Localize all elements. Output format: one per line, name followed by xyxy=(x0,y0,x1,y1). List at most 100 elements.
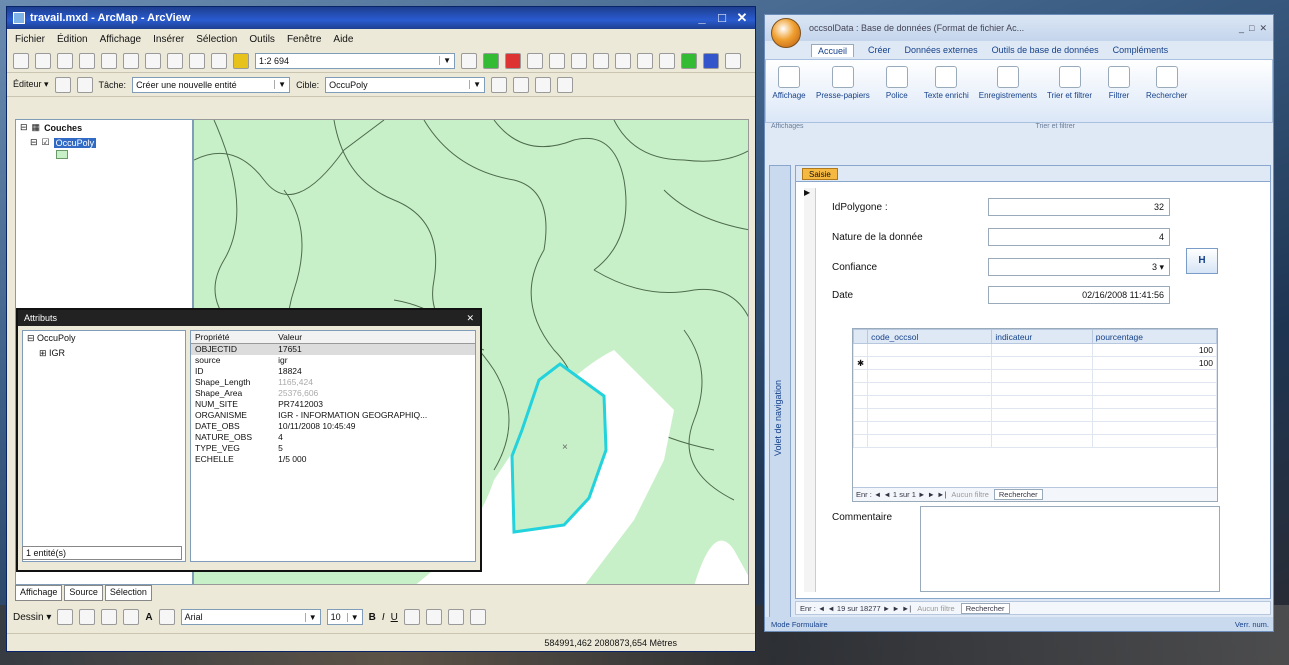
menu-edition[interactable]: Édition xyxy=(57,34,88,45)
new-icon[interactable] xyxy=(13,52,29,69)
table-row[interactable]: source igr xyxy=(191,355,475,366)
save-icon[interactable] xyxy=(57,52,73,69)
tab-selection[interactable]: Sélection xyxy=(104,585,152,601)
minimize-button[interactable]: _ xyxy=(1239,23,1249,33)
toc-layer[interactable]: ⊟ ☑ OccuPoly xyxy=(16,135,192,150)
value-cell[interactable]: 17651 xyxy=(274,343,475,355)
line-color-icon[interactable] xyxy=(447,609,464,625)
table-row[interactable]: OBJECTID 17651 xyxy=(191,343,475,355)
target-combo[interactable]: OccuPoly ▼ xyxy=(325,76,486,93)
value-cell[interactable]: 18824 xyxy=(274,366,475,377)
value-cell[interactable]: 5 xyxy=(274,443,475,454)
ribbon-texte-enrichi[interactable]: Texte enrichi xyxy=(924,66,969,100)
back-extent-icon[interactable] xyxy=(703,52,719,69)
rectangle-icon[interactable] xyxy=(123,609,140,625)
access-titlebar[interactable]: occsolData : Base de données (Format de … xyxy=(765,15,1273,48)
menu-fenetre[interactable]: Fenêtre xyxy=(287,34,321,45)
copy-icon[interactable] xyxy=(123,52,139,69)
forward-extent-icon[interactable] xyxy=(725,52,741,69)
menu-aide[interactable]: Aide xyxy=(333,34,353,45)
sketch-properties-icon[interactable] xyxy=(557,76,574,93)
ribbon-police[interactable]: Police xyxy=(880,66,914,100)
tab-accueil[interactable]: Accueil xyxy=(811,43,855,57)
row-selector[interactable] xyxy=(852,343,869,357)
record-selector[interactable]: ▶ xyxy=(804,188,816,592)
subform-select-all[interactable] xyxy=(852,329,869,344)
tab-source[interactable]: Source xyxy=(64,585,103,601)
select-elements-icon[interactable] xyxy=(57,609,74,625)
ribbon-enregistrements[interactable]: Enregistrements xyxy=(979,66,1037,100)
toc-root[interactable]: ⊟ ▦ Couches xyxy=(16,120,192,135)
rotate-tool-icon[interactable] xyxy=(513,76,530,93)
form-tab-saisie[interactable]: Saisie xyxy=(802,167,838,180)
attributes-titlebar[interactable]: Attributs ✕ xyxy=(18,310,480,326)
header-indicateur[interactable]: indicateur xyxy=(991,329,1093,344)
new-row-selector[interactable]: ✱ xyxy=(852,356,869,370)
add-data-icon[interactable] xyxy=(233,52,249,69)
menu-fichier[interactable]: Fichier xyxy=(15,34,45,45)
code-cell[interactable] xyxy=(867,356,993,370)
fill-color-icon[interactable] xyxy=(425,609,442,625)
value-cell[interactable]: 1/5 000 xyxy=(274,454,475,465)
ribbon-affichage[interactable]: Affichage xyxy=(772,66,806,100)
cut-icon[interactable] xyxy=(101,52,117,69)
ribbon-presse-papiers[interactable]: Presse-papiers xyxy=(816,66,870,100)
tab-affichage[interactable]: Affichage xyxy=(15,585,63,601)
table-row[interactable]: DATE_OBS 10/11/2008 10:45:49 xyxy=(191,421,475,432)
full-extent-icon[interactable] xyxy=(681,52,697,69)
checkbox-icon[interactable]: ☑ xyxy=(42,137,50,148)
table-row[interactable]: ORGANISME IGR - INFORMATION GEOGRAPHIQ... xyxy=(191,410,475,421)
fixed-zoom-out-icon[interactable] xyxy=(637,52,653,69)
editor-toolbar-icon[interactable] xyxy=(461,52,477,69)
table-row[interactable]: ✱ 100 xyxy=(852,356,1218,370)
model-icon[interactable] xyxy=(527,52,543,69)
tab-complements[interactable]: Compléments xyxy=(1113,45,1169,55)
bold-button[interactable]: B xyxy=(369,612,376,623)
value-cell[interactable]: PR7412003 xyxy=(274,399,475,410)
confiance-combo[interactable]: 3 ▾ xyxy=(988,258,1170,276)
font-color-icon[interactable] xyxy=(403,609,420,625)
menu-outils[interactable]: Outils xyxy=(249,34,275,45)
record-filter[interactable]: Aucun filtre xyxy=(917,604,955,613)
maximize-button[interactable]: □ xyxy=(715,10,729,26)
maximize-button[interactable]: □ xyxy=(1249,23,1259,33)
collapse-icon[interactable]: ⊟ xyxy=(20,122,28,133)
whats-this-icon[interactable] xyxy=(549,52,565,69)
split-tool-icon[interactable] xyxy=(491,76,508,93)
menu-affichage[interactable]: Affichage xyxy=(100,34,142,45)
scale-combo[interactable]: 1:2 694 ▼ xyxy=(255,52,455,69)
table-row[interactable]: TYPE_VEG 5 xyxy=(191,443,475,454)
delete-icon[interactable] xyxy=(167,52,183,69)
task-combo[interactable]: Créer une nouvelle entité ▼ xyxy=(132,76,291,93)
menu-selection[interactable]: Sélection xyxy=(196,34,237,45)
value-cell[interactable]: 4 xyxy=(274,432,475,443)
new-text-button[interactable]: A xyxy=(145,612,152,623)
arcmap-titlebar[interactable]: travail.mxd - ArcMap - ArcView _ □ ✕ xyxy=(7,7,755,29)
value-cell[interactable]: 10/11/2008 10:45:49 xyxy=(274,421,475,432)
open-icon[interactable] xyxy=(35,52,51,69)
tab-donnees-externes[interactable]: Données externes xyxy=(905,45,978,55)
new-record-button[interactable]: H xyxy=(1186,248,1218,274)
tree-root[interactable]: ⊟ OccuPoly xyxy=(23,331,185,346)
code-cell[interactable] xyxy=(867,343,993,357)
table-row[interactable]: NUM_SITE PR7412003 xyxy=(191,399,475,410)
idpolygone-field[interactable]: 32 xyxy=(988,198,1170,216)
date-field[interactable]: 02/16/2008 11:41:56 xyxy=(988,286,1170,304)
minimize-button[interactable]: _ xyxy=(695,10,709,26)
table-row[interactable]: ECHELLE 1/5 000 xyxy=(191,454,475,465)
zoom-in-icon[interactable] xyxy=(571,52,587,69)
editor-menu[interactable]: Éditeur ▾ xyxy=(13,79,49,90)
subform-search-input[interactable]: Rechercher xyxy=(993,489,1043,500)
subform-record-navigator[interactable]: Enr : ◄ ◄ 1 sur 1 ► ► ►| Aucun filtre Re… xyxy=(853,487,1217,501)
zoom-whole-page-icon[interactable] xyxy=(101,609,118,625)
header-pourcentage[interactable]: pourcentage xyxy=(1091,329,1218,344)
record-search-input[interactable]: Rechercher xyxy=(960,602,1010,614)
fixed-zoom-in-icon[interactable] xyxy=(615,52,631,69)
navigation-pane[interactable]: Volet de navigation xyxy=(769,165,791,619)
underline-button[interactable]: U xyxy=(391,612,398,623)
tab-creer[interactable]: Créer xyxy=(868,45,891,55)
table-row[interactable]: Shape_Length 1165,424 xyxy=(191,377,475,388)
nature-field[interactable]: 4 xyxy=(988,228,1170,246)
value-cell[interactable]: IGR - INFORMATION GEOGRAPHIQ... xyxy=(274,410,475,421)
attributes-icon[interactable] xyxy=(535,76,552,93)
